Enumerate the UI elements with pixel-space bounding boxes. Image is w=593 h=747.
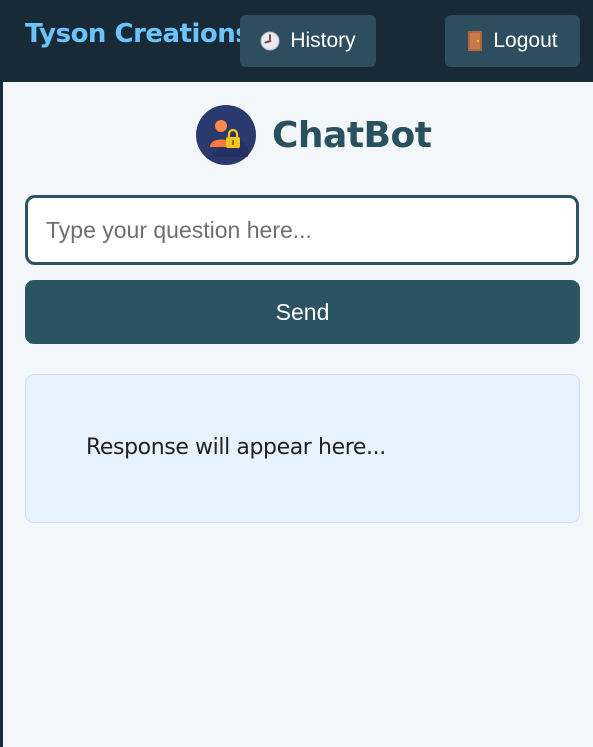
- chatbot-heading: ChatBot: [196, 104, 432, 166]
- user-lock-icon: [196, 105, 256, 165]
- history-label: History: [290, 29, 356, 52]
- clock-icon: [260, 31, 280, 51]
- response-text: Response will appear here...: [86, 435, 386, 460]
- question-input[interactable]: [25, 195, 579, 265]
- chat-main-panel: ChatBot Send Response will appear here..…: [3, 82, 593, 747]
- top-nav-bar: Tyson Creations History Logout: [0, 0, 593, 82]
- door-icon: [467, 30, 483, 52]
- page-title: ChatBot: [272, 114, 432, 156]
- brand-title: Tyson Creations: [25, 19, 251, 49]
- response-box: Response will appear here...: [25, 374, 580, 523]
- send-button[interactable]: Send: [25, 280, 580, 344]
- logout-label: Logout: [493, 29, 558, 52]
- logout-button[interactable]: Logout: [445, 15, 580, 67]
- history-button[interactable]: History: [240, 15, 376, 67]
